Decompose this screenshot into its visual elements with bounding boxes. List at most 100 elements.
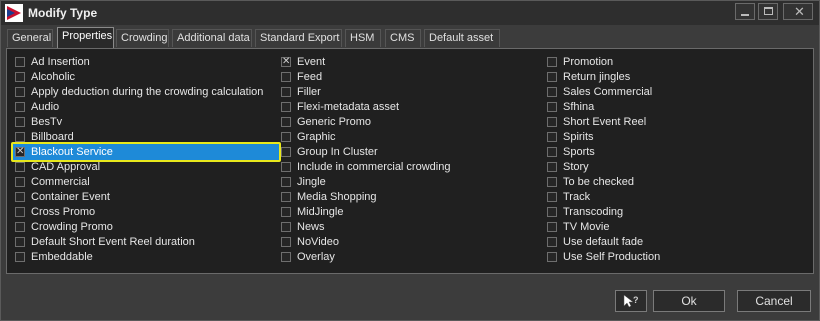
tab-hsm[interactable]: HSM	[345, 29, 381, 47]
checkbox-label: Use Self Production	[563, 251, 661, 263]
checkbox-label: Sfhina	[563, 101, 595, 113]
checkbox[interactable]	[15, 57, 25, 67]
checkbox[interactable]	[281, 117, 291, 127]
checkbox-label: Promotion	[563, 56, 614, 68]
checkbox-label: CAD Approval	[31, 161, 101, 173]
checkbox[interactable]	[15, 102, 25, 112]
checkbox[interactable]	[281, 87, 291, 97]
checkbox-label: Spirits	[563, 131, 594, 143]
checkbox-label: Group In Cluster	[297, 146, 378, 158]
tab-additional-data[interactable]: Additional data	[172, 29, 252, 47]
checkbox[interactable]	[15, 87, 25, 97]
checkbox[interactable]	[547, 147, 557, 157]
tab-properties[interactable]: Properties	[57, 27, 114, 48]
checkbox[interactable]	[547, 222, 557, 232]
checkbox[interactable]	[281, 177, 291, 187]
checkbox[interactable]	[547, 87, 557, 97]
checkbox-label: TV Movie	[563, 221, 610, 233]
tab-crowding[interactable]: Crowding	[116, 29, 169, 47]
svg-text:?: ?	[633, 295, 639, 305]
checkbox-label: Generic Promo	[297, 116, 371, 128]
checkbox[interactable]	[281, 162, 291, 172]
checkbox-label: To be checked	[563, 176, 634, 188]
tab-general[interactable]: General	[7, 29, 53, 47]
checkbox[interactable]	[281, 207, 291, 217]
checkbox[interactable]	[15, 132, 25, 142]
tab-standard-export[interactable]: Standard Export	[255, 29, 342, 47]
ok-label: Ok	[681, 294, 697, 308]
checkbox[interactable]	[15, 207, 25, 217]
checkbox-label: Track	[563, 191, 591, 203]
checkbox[interactable]	[15, 222, 25, 232]
checkbox-label: Container Event	[31, 191, 110, 203]
checkbox[interactable]	[547, 237, 557, 247]
checkbox-label: Cross Promo	[31, 206, 96, 218]
close-button[interactable]: ✕	[783, 3, 813, 20]
title-bar[interactable]: Modify Type ✕	[1, 1, 819, 25]
checkbox-label: Transcoding	[563, 206, 624, 218]
checkbox-label: Include in commercial crowding	[297, 161, 451, 173]
checkbox[interactable]	[547, 57, 557, 67]
checkbox-checked[interactable]: ✕	[15, 147, 25, 157]
tab-cms[interactable]: CMS	[385, 29, 421, 47]
checkbox-label: Media Shopping	[297, 191, 377, 203]
checkbox-label: Return jingles	[563, 71, 631, 83]
minimize-icon	[741, 14, 749, 16]
tab-label: Default asset	[429, 32, 494, 44]
minimize-button[interactable]	[735, 3, 755, 20]
checkbox-label: BesTv	[31, 116, 63, 128]
checkbox-label: Crowding Promo	[31, 221, 113, 233]
checkbox[interactable]	[281, 72, 291, 82]
app-logo-icon	[5, 4, 23, 22]
checkbox[interactable]	[281, 132, 291, 142]
checkbox[interactable]	[547, 72, 557, 82]
help-button[interactable]: ?	[615, 290, 647, 312]
checkbox-label: Filler	[297, 86, 321, 98]
checkbox[interactable]	[15, 252, 25, 262]
maximize-button[interactable]	[758, 3, 778, 20]
checkbox[interactable]	[547, 132, 557, 142]
checkbox[interactable]	[547, 102, 557, 112]
checkbox[interactable]	[547, 162, 557, 172]
checkbox-label: Blackout Service	[31, 146, 113, 158]
modify-type-dialog: Modify Type ✕ General Properties Crowdin…	[0, 0, 820, 321]
checkbox-label: Graphic	[297, 131, 336, 143]
checkbox[interactable]	[15, 162, 25, 172]
cancel-button[interactable]: Cancel	[737, 290, 811, 312]
checkbox-checked[interactable]: ✕	[281, 57, 291, 67]
checkbox-label: News	[297, 221, 325, 233]
checkbox[interactable]	[15, 72, 25, 82]
checkbox[interactable]	[15, 177, 25, 187]
tab-default-asset[interactable]: Default asset	[424, 29, 500, 47]
checkbox[interactable]	[281, 237, 291, 247]
checkbox-label: Alcoholic	[31, 71, 76, 83]
checkbox[interactable]	[547, 192, 557, 202]
checkbox[interactable]	[15, 117, 25, 127]
checkbox[interactable]	[15, 192, 25, 202]
checkbox[interactable]	[281, 252, 291, 262]
ok-button[interactable]: Ok	[653, 290, 725, 312]
checkbox-label: Feed	[297, 71, 323, 83]
checkbox-label: Apply deduction during the crowding calc…	[31, 86, 264, 98]
checkbox[interactable]	[547, 252, 557, 262]
checkbox-label: Commercial	[31, 176, 90, 188]
checkbox[interactable]	[547, 117, 557, 127]
checkbox-label: NoVideo	[297, 236, 339, 248]
tab-label: Properties	[62, 30, 113, 42]
checkbox-label: Sales Commercial	[563, 86, 653, 98]
tab-label: CMS	[390, 32, 415, 44]
tab-label: General	[12, 32, 52, 44]
checkbox-label: MidJingle	[297, 206, 344, 218]
checkbox-label: Short Event Reel	[563, 116, 647, 128]
checkbox[interactable]	[15, 237, 25, 247]
checkbox[interactable]	[281, 222, 291, 232]
checkbox[interactable]	[281, 147, 291, 157]
tab-label: Standard Export	[260, 32, 340, 44]
checkbox[interactable]	[547, 177, 557, 187]
cancel-label: Cancel	[755, 294, 793, 308]
checkbox[interactable]	[281, 102, 291, 112]
checkbox[interactable]	[547, 207, 557, 217]
checkbox-label: Default Short Event Reel duration	[31, 236, 195, 248]
tab-label: HSM	[350, 32, 375, 44]
checkbox[interactable]	[281, 192, 291, 202]
